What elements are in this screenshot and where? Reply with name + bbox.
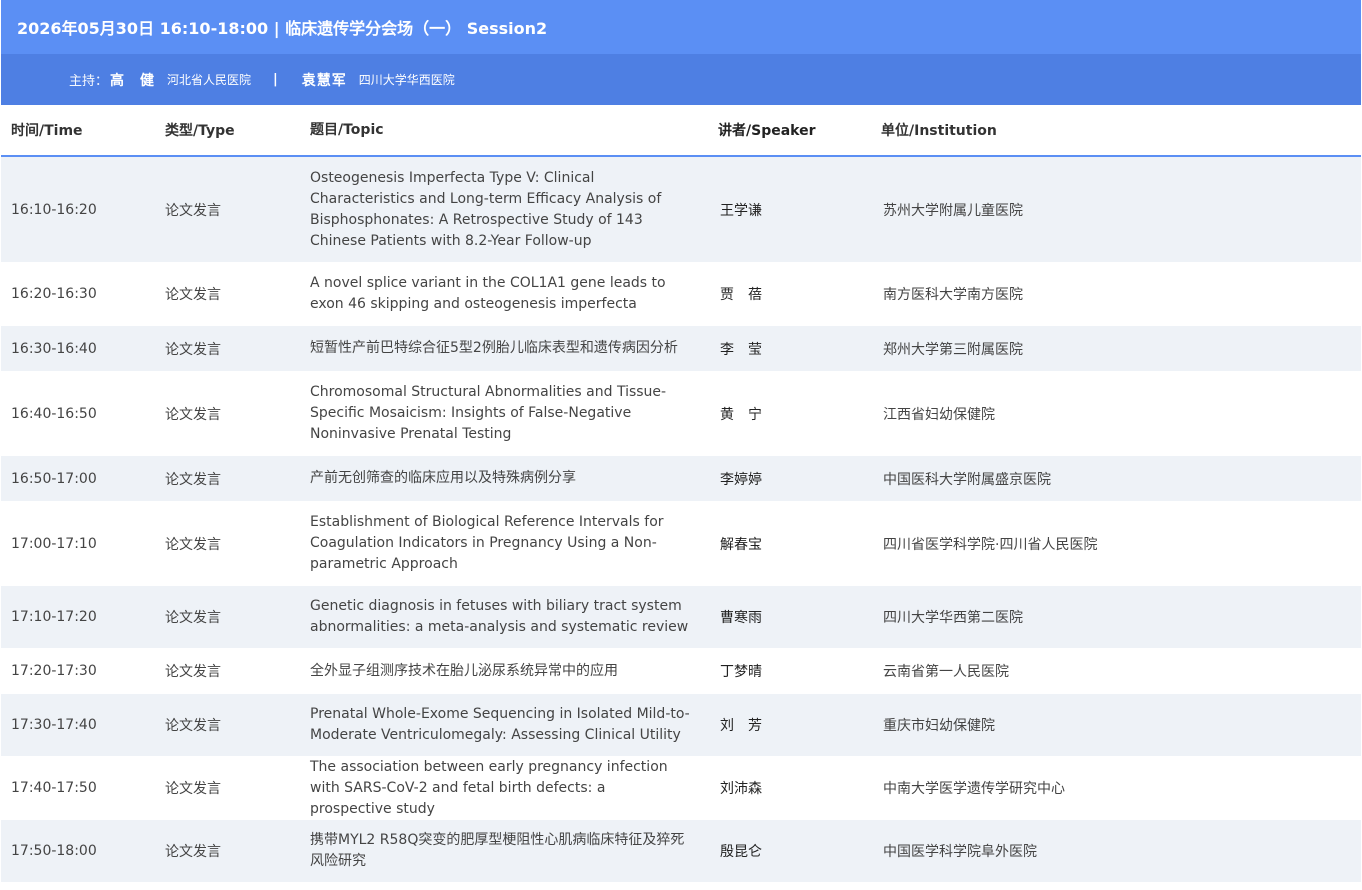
row-institution: 四川大学华西第二医院 — [883, 610, 1023, 626]
row-institution: 云南省第一人民医院 — [883, 664, 1009, 680]
row-time: 16:40-16:50 — [11, 405, 97, 422]
row-topic: 携带MYL2 R58Q突变的肥厚型梗阻性心肌病临床特征及猝死风险研究 — [310, 832, 685, 869]
table-row: 16:20-16:30 论文发言 A novel splice variant … — [1, 262, 1361, 326]
row-time: 17:50-18:00 — [11, 843, 97, 859]
row-topic: A novel splice variant in the COL1A1 gen… — [310, 275, 666, 312]
row-time: 17:30-17:40 — [11, 717, 97, 733]
row-type: 论文发言 — [165, 610, 221, 626]
table-row: 17:20-17:30 论文发言 全外显子组测序技术在胎儿泌尿系统异常中的应用 … — [1, 648, 1361, 694]
header-time: 时间/Time — [11, 123, 83, 139]
table-row: 17:30-17:40 论文发言 Prenatal Whole-Exome Se… — [1, 694, 1361, 756]
row-institution: 重庆市妇幼保健院 — [883, 718, 995, 734]
table-body: 16:10-16:20 论文发言 Osteogenesis Imperfecta… — [1, 157, 1361, 882]
row-institution: 江西省妇幼保健院 — [883, 406, 995, 423]
host-separator: | — [273, 72, 278, 87]
row-topic: 产前无创筛查的临床应用以及特殊病例分享 — [310, 470, 576, 486]
header-speaker: 讲者/Speaker — [718, 123, 816, 139]
row-institution: 中国医学科学院阜外医院 — [883, 844, 1037, 860]
table-row: 16:50-17:00 论文发言 产前无创筛查的临床应用以及特殊病例分享 李婷婷… — [1, 456, 1361, 501]
row-institution: 郑州大学第三附属医院 — [883, 341, 1023, 358]
header-institution: 单位/Institution — [881, 123, 997, 139]
table-row: 16:10-16:20 论文发言 Osteogenesis Imperfecta… — [1, 157, 1361, 262]
table-row: 17:00-17:10 论文发言 Establishment of Biolog… — [1, 501, 1361, 586]
row-time: 17:00-17:10 — [11, 535, 97, 552]
row-type: 论文发言 — [165, 471, 221, 488]
row-type: 论文发言 — [165, 287, 221, 303]
row-institution: 苏州大学附属儿童医院 — [883, 202, 1023, 219]
table-header: 时间/Time 类型/Type 题目/Topic 讲者/Speaker 单位/I… — [1, 105, 1361, 157]
row-topic: Chromosomal Structural Abnormalities and… — [310, 384, 667, 442]
row-topic: 短暂性产前巴特综合征5型2例胎儿临床表型和遗传病因分析 — [310, 340, 678, 356]
table-row: 17:50-18:00 论文发言 携带MYL2 R58Q突变的肥厚型梗阻性心肌病… — [1, 820, 1361, 882]
row-type: 论文发言 — [165, 341, 221, 358]
host-name: 高 健 — [110, 72, 156, 89]
row-institution: 中南大学医学遗传学研究中心 — [883, 781, 1065, 797]
row-speaker: 曹寒雨 — [720, 610, 762, 626]
row-speaker: 王学谦 — [720, 202, 762, 219]
table-row: 16:40-16:50 论文发言 Chromosomal Structural … — [1, 371, 1361, 456]
row-topic: 全外显子组测序技术在胎儿泌尿系统异常中的应用 — [310, 662, 618, 679]
row-speaker: 黄 宁 — [720, 406, 762, 423]
session-title: 2026年05月30日 16:10-18:00 | 临床遗传学分会场（一） Se… — [17, 19, 548, 38]
row-institution: 四川省医学科学院·四川省人民医院 — [883, 536, 1098, 553]
row-topic: Establishment of Biological Reference In… — [310, 514, 664, 572]
session-panel: 2026年05月30日 16:10-18:00 | 临床遗传学分会场（一） Se… — [1, 0, 1361, 882]
row-institution: 南方医科大学南方医院 — [883, 287, 1023, 303]
row-type: 论文发言 — [165, 718, 221, 734]
row-type: 论文发言 — [165, 202, 221, 219]
row-speaker: 丁梦晴 — [720, 664, 762, 680]
row-time: 17:20-17:30 — [11, 663, 97, 679]
row-time: 16:10-16:20 — [11, 201, 97, 218]
row-speaker: 李 莹 — [720, 341, 762, 358]
host-org: 河北省人民医院 — [167, 73, 252, 87]
host-org: 四川大学华西医院 — [358, 73, 455, 87]
row-time: 17:10-17:20 — [11, 609, 97, 625]
row-institution: 中国医科大学附属盛京医院 — [883, 471, 1051, 488]
row-topic: The association between early pregnancy … — [310, 758, 668, 817]
row-time: 16:20-16:30 — [11, 286, 97, 302]
row-speaker: 刘沛森 — [720, 781, 762, 797]
row-speaker: 刘 芳 — [720, 718, 762, 734]
row-topic: Prenatal Whole-Exome Sequencing in Isola… — [310, 706, 690, 743]
table-row: 17:40-17:50 论文发言 The association between… — [1, 756, 1361, 820]
header-type: 类型/Type — [165, 123, 235, 139]
header-topic: 题目/Topic — [310, 121, 384, 138]
session-title-bar: 2026年05月30日 16:10-18:00 | 临床遗传学分会场（一） Se… — [1, 0, 1361, 54]
row-type: 论文发言 — [165, 406, 221, 423]
row-speaker: 殷昆仑 — [720, 844, 762, 860]
row-type: 论文发言 — [165, 536, 221, 553]
host-bar: 主持： 高 健 河北省人民医院 | 袁慧军 四川大学华西医院 — [1, 54, 1361, 105]
row-topic: Osteogenesis Imperfecta Type V: Clinical… — [310, 169, 662, 249]
row-speaker: 贾 蓓 — [720, 287, 762, 303]
host-label: 主持： — [69, 74, 109, 89]
row-type: 论文发言 — [165, 844, 221, 860]
row-time: 16:30-16:40 — [11, 340, 97, 357]
row-time: 16:50-17:00 — [11, 470, 97, 487]
table-row: 17:10-17:20 论文发言 Genetic diagnosis in fe… — [1, 586, 1361, 648]
row-speaker: 解春宝 — [720, 536, 762, 553]
table-row: 16:30-16:40 论文发言 短暂性产前巴特综合征5型2例胎儿临床表型和遗传… — [1, 326, 1361, 371]
row-type: 论文发言 — [165, 781, 221, 797]
row-time: 17:40-17:50 — [11, 780, 97, 796]
row-speaker: 李婷婷 — [720, 471, 762, 488]
row-type: 论文发言 — [165, 664, 221, 680]
row-topic: Genetic diagnosis in fetuses with biliar… — [310, 598, 689, 635]
host-name: 袁慧军 — [301, 72, 347, 89]
